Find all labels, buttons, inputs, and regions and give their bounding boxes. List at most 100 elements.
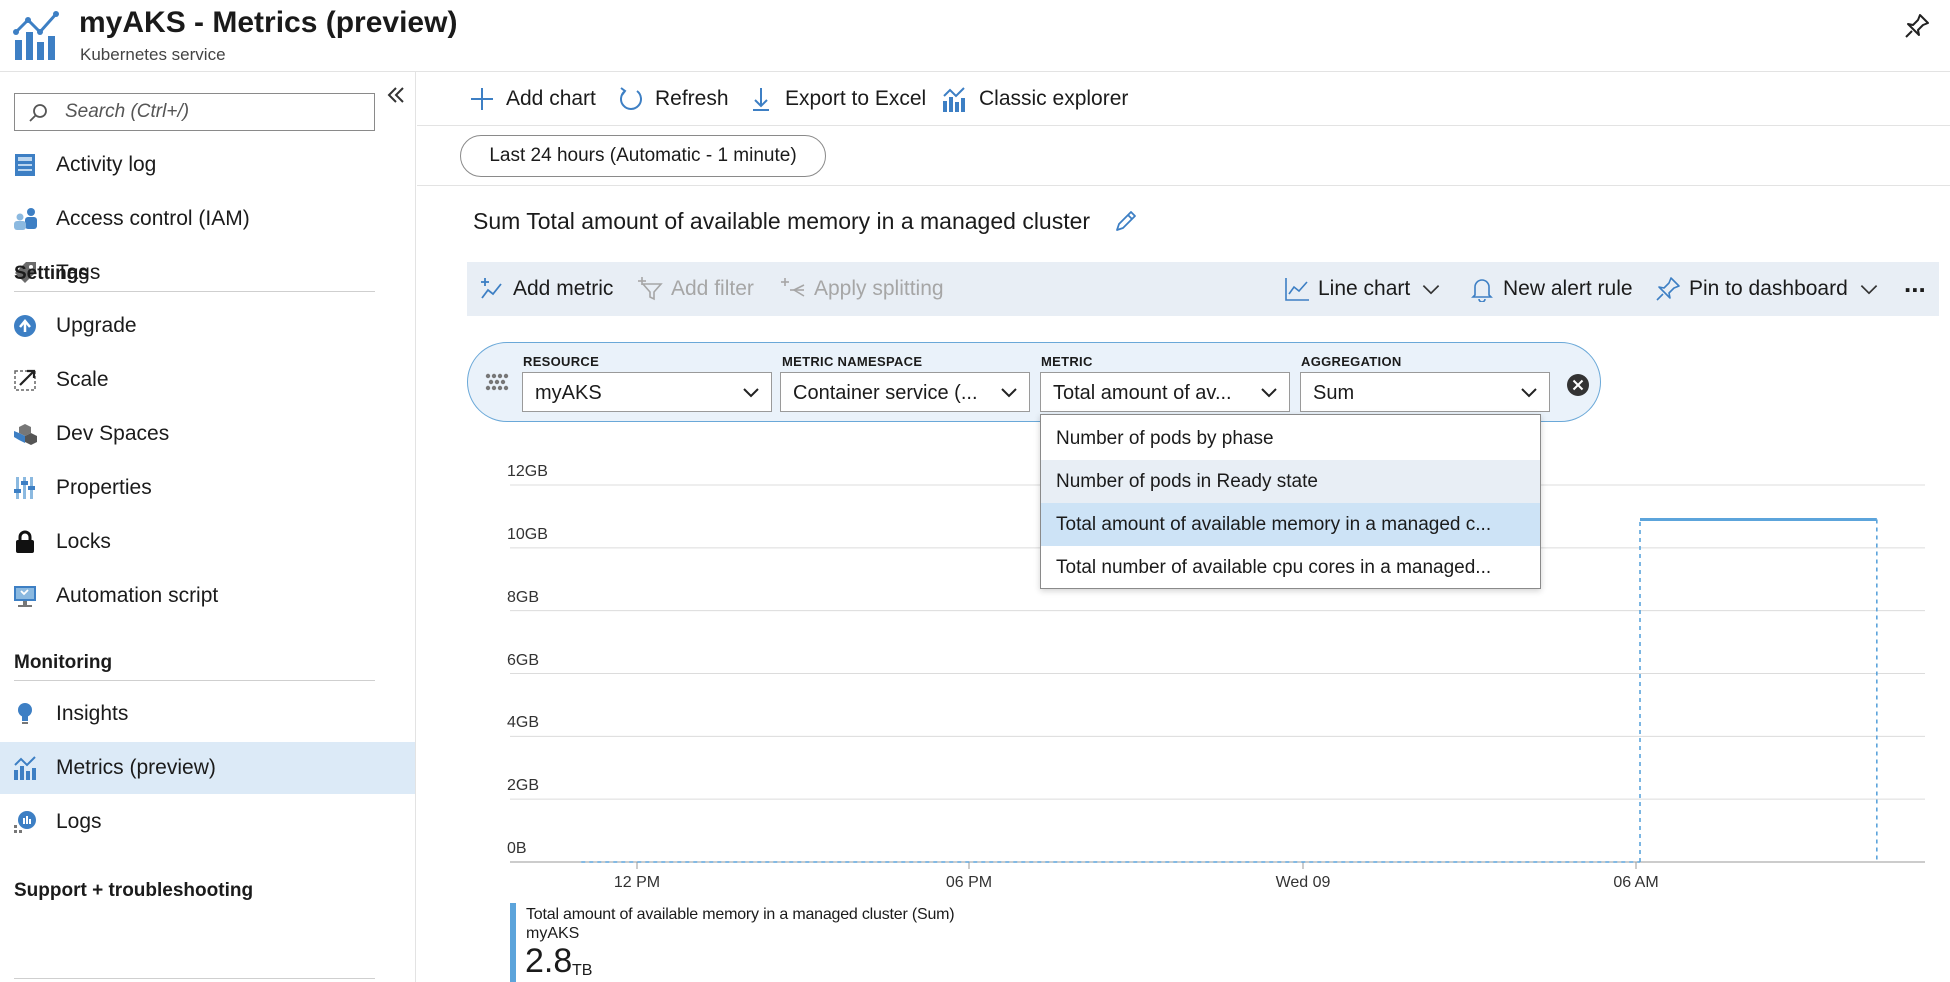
- plus-icon: [471, 88, 493, 110]
- refresh-button[interactable]: Refresh: [617, 82, 729, 116]
- classic-explorer-button[interactable]: Classic explorer: [941, 82, 1128, 116]
- metric-namespace-value: Container service (...: [793, 382, 978, 404]
- support-heading: Support + troubleshooting: [14, 880, 254, 901]
- metric-namespace-select[interactable]: Container service (...: [780, 372, 1030, 412]
- filter-icon: [638, 277, 663, 301]
- sidebar-item-access-control[interactable]: Access control (IAM): [0, 193, 415, 245]
- search-box[interactable]: [14, 93, 375, 131]
- sidebar-item-automation-script[interactable]: Automation script: [0, 570, 415, 622]
- pin-dashboard-label: Pin to dashboard: [1689, 277, 1848, 300]
- dropdown-option[interactable]: Number of pods by phase: [1041, 417, 1540, 460]
- sidebar-item-label: Activity log: [56, 153, 157, 176]
- x-tick-label: Wed 09: [1275, 874, 1331, 891]
- lock-icon: [16, 530, 34, 553]
- sidebar-item-activity-log[interactable]: Activity log: [0, 139, 415, 191]
- collapse-sidebar-icon[interactable]: [385, 84, 407, 106]
- sidebar-item-label: Dev Spaces: [56, 422, 170, 445]
- y-tick-label: 8GB: [507, 588, 540, 606]
- refresh-label: Refresh: [655, 87, 729, 110]
- edit-pencil-icon[interactable]: [1113, 208, 1139, 234]
- y-tick-label: 4GB: [507, 714, 540, 732]
- export-excel-label: Export to Excel: [785, 87, 927, 110]
- legend-unit: TB: [572, 962, 593, 979]
- dropdown-option-label: Number of pods in Ready state: [1056, 471, 1318, 492]
- sidebar-item-metrics[interactable]: Metrics (preview): [0, 742, 415, 794]
- sidebar-item-upgrade[interactable]: Upgrade: [0, 300, 415, 352]
- dropdown-option-selected[interactable]: Total amount of available memory in a ma…: [1041, 503, 1540, 546]
- export-excel-button[interactable]: Export to Excel: [747, 82, 926, 116]
- metric-grip-icon: [485, 373, 509, 391]
- dropdown-option[interactable]: Total number of available cpu cores in a…: [1041, 546, 1540, 589]
- page-title: myAKS - Metrics (preview): [79, 6, 458, 39]
- sidebar-item-label: Insights: [56, 702, 129, 725]
- search-input[interactable]: [63, 98, 363, 126]
- y-tick-label: 2GB: [507, 777, 540, 795]
- aggregation-value: Sum: [1313, 382, 1355, 404]
- classic-explorer-label: Classic explorer: [979, 87, 1129, 110]
- lightbulb-icon: [18, 703, 32, 724]
- sidebar-item-label: Properties: [56, 476, 152, 499]
- add-metric-button[interactable]: Add metric: [479, 274, 613, 304]
- sidebar-item-scale[interactable]: Scale: [0, 354, 415, 406]
- pin-to-dashboard-button[interactable]: Pin to dashboard: [1655, 274, 1880, 304]
- settings-heading: Settings: [14, 263, 89, 284]
- chart-type-dropdown[interactable]: Line chart: [1284, 274, 1442, 304]
- splitting-icon: [781, 278, 805, 297]
- legend-resource-name: myAKS: [526, 925, 580, 942]
- scale-icon: [14, 369, 36, 391]
- metric-select[interactable]: Total amount of av...: [1040, 372, 1290, 412]
- chevron-down-icon: [1261, 388, 1277, 398]
- line-chart-label: Line chart: [1318, 277, 1411, 300]
- chevron-down-icon: [1001, 388, 1017, 398]
- apply-splitting-button[interactable]: Apply splitting: [780, 274, 944, 304]
- pin-dashboard-icon: [1656, 277, 1680, 301]
- more-options-button[interactable]: ...: [1904, 268, 1926, 298]
- page-header: myAKS - Metrics (preview) Kubernetes ser…: [0, 0, 1950, 72]
- sidebar-item-label: Locks: [56, 530, 111, 553]
- x-tick-label: 12 PM: [613, 874, 661, 891]
- time-range-button[interactable]: Last 24 hours (Automatic - 1 minute): [460, 135, 826, 177]
- classic-chart-icon: [943, 87, 965, 112]
- resource-select[interactable]: myAKS: [522, 372, 772, 412]
- section-divider: [14, 680, 375, 681]
- dropdown-option[interactable]: Number of pods in Ready state: [1041, 460, 1540, 503]
- y-tick-label: 12GB: [507, 463, 548, 480]
- main-toolbar: Add chart Refresh Export to Excel Classi…: [417, 72, 1950, 126]
- add-filter-button[interactable]: Add filter: [637, 274, 754, 304]
- add-chart-button[interactable]: Add chart: [468, 82, 596, 116]
- x-tick-label: 06 AM: [1613, 874, 1659, 891]
- metric-selector: RESOURCE myAKS METRIC NAMESPACE Containe…: [467, 342, 1601, 422]
- chevron-down-icon: [1860, 285, 1878, 295]
- content-divider: [417, 185, 1950, 186]
- sidebar-item-label: Metrics (preview): [56, 756, 216, 779]
- sidebar-item-insights[interactable]: Insights: [0, 688, 415, 740]
- sidebar-item-dev-spaces[interactable]: Dev Spaces: [0, 408, 415, 460]
- chevron-down-icon: [743, 388, 759, 398]
- sidebar-item-logs[interactable]: Logs: [0, 796, 415, 848]
- dropdown-option-label: Total number of available cpu cores in a…: [1056, 557, 1492, 578]
- remove-metric-icon[interactable]: [1566, 373, 1590, 397]
- refresh-icon: [620, 87, 642, 110]
- properties-sliders-icon: [14, 477, 35, 499]
- pin-icon[interactable]: [1903, 12, 1931, 40]
- metric-dropdown-list: Number of pods by phase Number of pods i…: [1040, 414, 1541, 589]
- sidebar-item-label: Upgrade: [56, 314, 137, 337]
- metric-value: Total amount of av...: [1053, 382, 1232, 404]
- sidebar-item-label: Logs: [56, 810, 102, 833]
- y-tick-label: 0B: [507, 840, 527, 857]
- add-metric-icon: [481, 278, 502, 299]
- aggregation-select[interactable]: Sum: [1300, 372, 1550, 412]
- new-alert-rule-button[interactable]: New alert rule: [1469, 274, 1633, 304]
- more-options-label: ...: [1904, 267, 1926, 298]
- section-divider: [14, 291, 375, 292]
- new-alert-label: New alert rule: [1503, 277, 1633, 300]
- dev-spaces-icon: [14, 424, 37, 445]
- search-icon: [29, 104, 47, 122]
- metric-label: METRIC: [1041, 354, 1093, 369]
- bell-icon: [1471, 279, 1493, 302]
- sidebar-item-properties[interactable]: Properties: [0, 462, 415, 514]
- sidebar-item-locks[interactable]: Locks: [0, 516, 415, 568]
- logs-icon: [14, 811, 36, 833]
- sidebar-item-label: Automation script: [56, 584, 219, 607]
- monitoring-heading: Monitoring: [14, 652, 113, 673]
